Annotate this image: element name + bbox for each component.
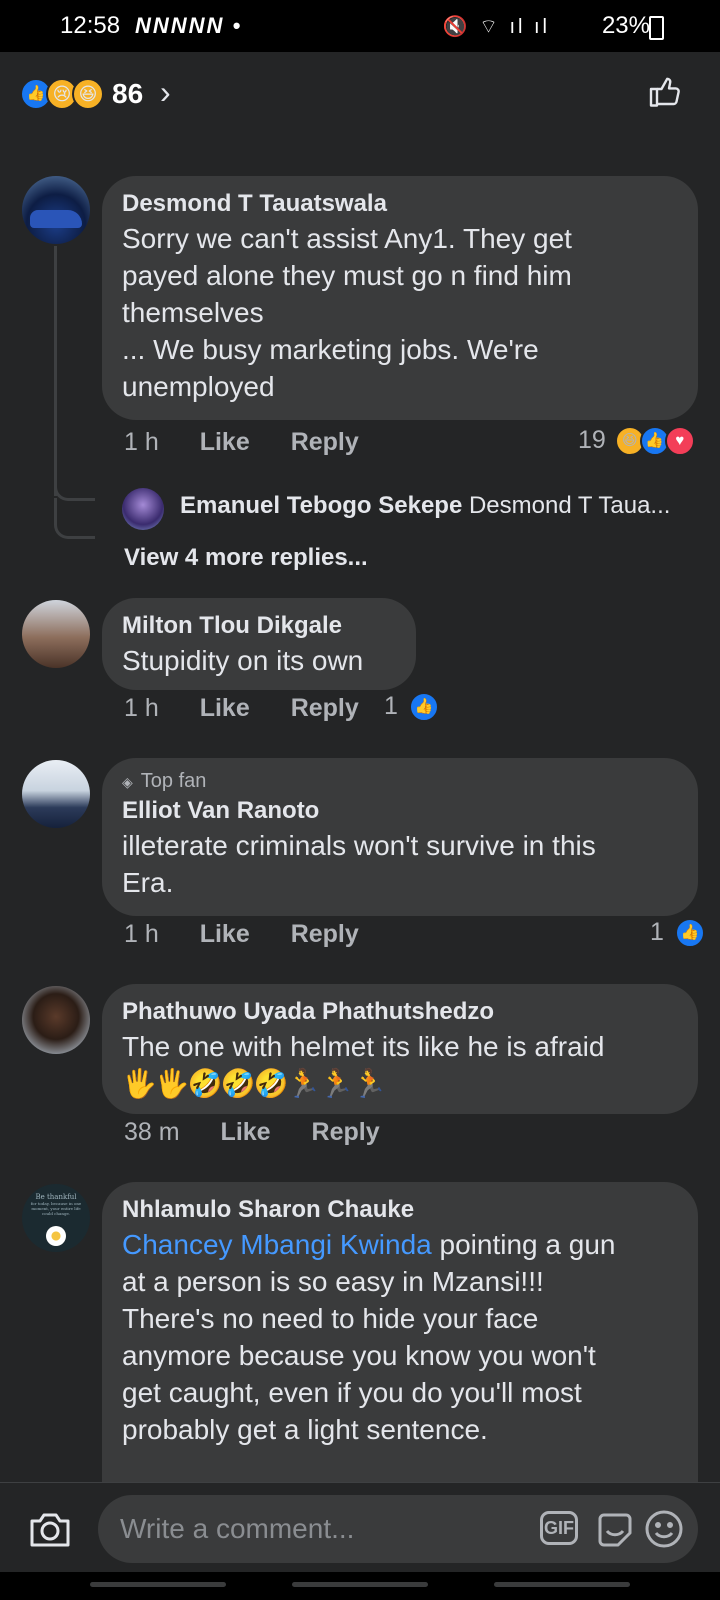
comment-text: The one with helmet its like he is afrai…	[122, 1031, 605, 1062]
reply-preview[interactable]: Emanuel Tebogo Sekepe Desmond T Taua...	[180, 492, 670, 520]
comment-actions: 1 h Like Reply	[124, 920, 393, 949]
thread-connector	[54, 498, 95, 539]
like-reaction-icon: 👍	[674, 918, 705, 949]
mention-link[interactable]: Chancey Mbangi Kwinda	[122, 1229, 432, 1260]
comment-author[interactable]: Phathuwo Uyada Phathutshedzo	[122, 996, 678, 1028]
reaction-count: 1	[384, 692, 398, 720]
reaction-count[interactable]: 86	[112, 78, 143, 110]
comment-time: 1 h	[124, 694, 159, 722]
comment-actions: 38 m Like Reply	[124, 1118, 414, 1147]
comment-actions: 1 h Like Reply	[124, 694, 393, 723]
battery-level: 23%	[601, 12, 650, 39]
reactions-header: 👍 😢 😆 86 ›	[0, 52, 720, 137]
nav-home-handle[interactable]	[292, 1582, 428, 1587]
comment-author[interactable]: Desmond T Tauatswala	[122, 188, 678, 220]
comment-time: 38 m	[124, 1118, 180, 1146]
avatar[interactable]	[22, 600, 90, 668]
reply-snippet: Desmond T Taua...	[468, 492, 671, 519]
flower-icon	[46, 1226, 66, 1246]
comment-bubble[interactable]: Phathuwo Uyada Phathutshedzo The one wit…	[102, 984, 698, 1114]
comment-bubble[interactable]: Desmond T Tauatswala Sorry we can't assi…	[102, 176, 698, 420]
comment-author[interactable]: Milton Tlou Dikgale	[122, 610, 396, 642]
comment-text: illeterate criminals won't survive in th…	[122, 830, 596, 898]
sticker-icon[interactable]	[594, 1509, 636, 1549]
comment-text: Chancey Mbangi Kwinda pointing a gun at …	[122, 1229, 616, 1445]
comments-feed[interactable]: Desmond T Tauatswala Sorry we can't assi…	[0, 136, 720, 1482]
nav-back-handle[interactable]	[494, 1582, 630, 1587]
diamond-icon: ◈	[122, 774, 133, 790]
system-nav-bar	[0, 1572, 720, 1600]
comment-bubble[interactable]: Nhlamulo Sharon Chauke Chancey Mbangi Kw…	[102, 1182, 698, 1482]
like-button[interactable]: Like	[200, 694, 250, 722]
signal-wifi-icons: 🔇 ⌔ ıl ıl	[442, 16, 550, 38]
comment-bubble[interactable]: Milton Tlou Dikgale Stupidity on its own	[102, 598, 416, 690]
comment-emojis: 🖐🖐🤣🤣🤣🏃🏃🏃	[122, 1068, 387, 1099]
reaction-count: 1	[650, 918, 664, 946]
avatar-quote-text: Be thankful for today, because in one mo…	[30, 1193, 82, 1217]
battery-icon	[649, 16, 664, 40]
status-bar: 12:58 NNNNN • 🔇 ⌔ ıl ıl 23%	[0, 0, 720, 52]
comment-placeholder: Write a comment...	[120, 1513, 355, 1544]
reply-author: Emanuel Tebogo Sekepe	[180, 492, 463, 519]
like-button[interactable]: Like	[221, 1118, 271, 1146]
reply-button[interactable]: Reply	[312, 1118, 380, 1146]
emoji-icon[interactable]	[644, 1509, 684, 1549]
comment-reactions[interactable]: 19 😆 👍 ♥	[578, 426, 695, 457]
like-reaction-icon: 👍	[408, 692, 439, 723]
notification-icons: NNNNN •	[135, 13, 243, 38]
gif-label: GIF	[544, 1518, 574, 1538]
nav-recents-handle[interactable]	[90, 1582, 226, 1587]
reply-button[interactable]: Reply	[291, 920, 359, 948]
avatar[interactable]	[22, 760, 90, 828]
comment-time: 1 h	[124, 428, 159, 456]
thread-line	[54, 246, 57, 496]
comment-text: Stupidity on its own	[122, 645, 364, 676]
comment-text: Sorry we can't assist Any1. They get pay…	[122, 223, 572, 402]
like-thumb-icon[interactable]	[648, 74, 684, 110]
status-time: 12:58	[60, 12, 121, 39]
chevron-right-icon[interactable]: ›	[160, 74, 171, 111]
comment-reactions[interactable]: 1 👍	[384, 692, 439, 723]
like-button[interactable]: Like	[200, 920, 250, 948]
comment-time: 1 h	[124, 920, 159, 948]
avatar[interactable]: Be thankful for today, because in one mo…	[22, 1184, 90, 1252]
reply-button[interactable]: Reply	[291, 428, 359, 456]
reaction-summary[interactable]: 👍 😢 😆	[20, 78, 104, 110]
reply-avatar[interactable]	[122, 488, 164, 530]
view-more-replies[interactable]: View 4 more replies...	[124, 544, 368, 572]
like-button[interactable]: Like	[200, 428, 250, 456]
comment-actions: 1 h Like Reply	[124, 428, 393, 457]
top-fan-label: Top fan	[140, 770, 207, 792]
top-fan-badge: ◈ Top fan	[122, 768, 678, 795]
comment-composer: Write a comment... GIF	[0, 1482, 720, 1573]
comment-input[interactable]: Write a comment... GIF	[98, 1495, 698, 1563]
comment-author[interactable]: Elliot Van Ranoto	[122, 795, 678, 827]
haha-reaction-icon: 😆	[72, 78, 104, 110]
love-reaction-icon: ♥	[664, 426, 695, 457]
gif-button[interactable]: GIF	[540, 1511, 578, 1545]
avatar[interactable]	[22, 176, 90, 244]
comment-reactions[interactable]: 1 👍	[650, 918, 705, 949]
comment-bubble[interactable]: ◈ Top fan Elliot Van Ranoto illeterate cr…	[102, 758, 698, 916]
camera-icon[interactable]	[28, 1509, 72, 1549]
reply-button[interactable]: Reply	[291, 694, 359, 722]
comment-author[interactable]: Nhlamulo Sharon Chauke	[122, 1194, 678, 1226]
avatar[interactable]	[22, 986, 90, 1054]
reaction-count: 19	[578, 426, 606, 454]
